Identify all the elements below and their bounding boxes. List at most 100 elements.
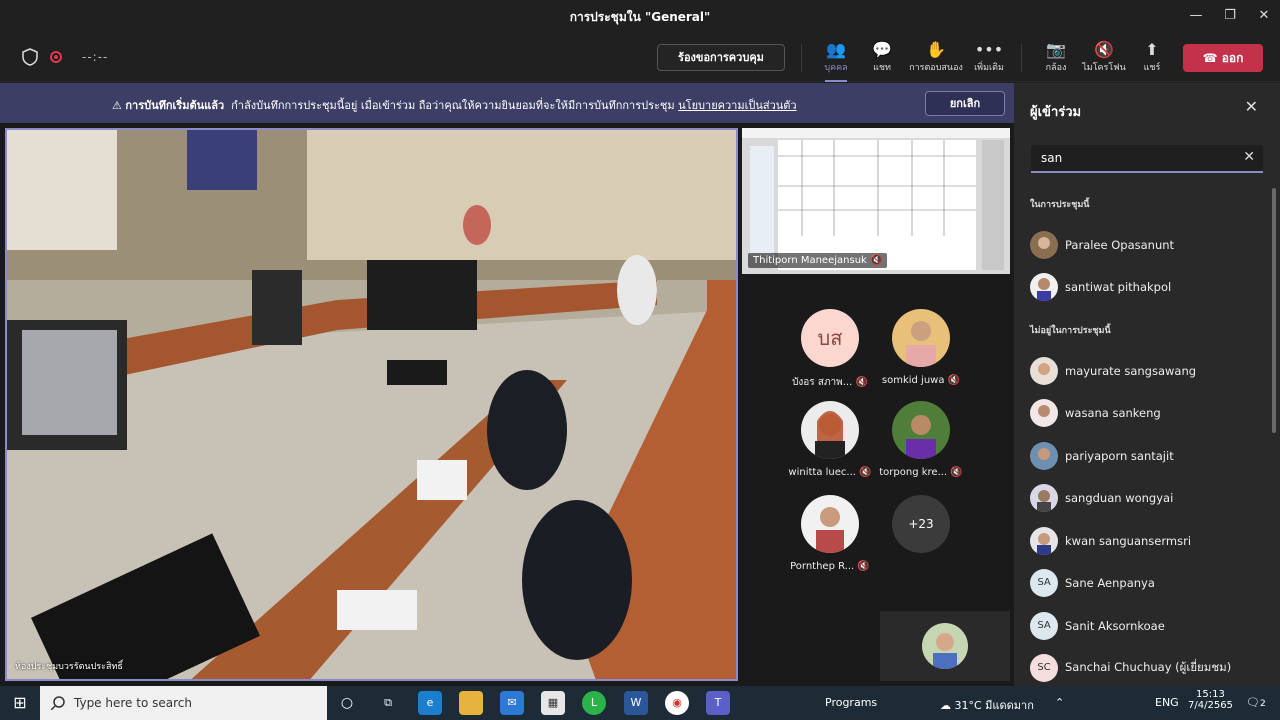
avatar [892, 401, 950, 459]
participant-row[interactable]: SC Sanchai Chuchuay (ผู้เยี่ยมชม) [1030, 652, 1260, 684]
clock-time: 15:13 [1196, 689, 1225, 700]
section-in-meeting: ในการประชุมนี้ [1030, 200, 1090, 210]
tray-up-arrow-icon[interactable]: ⌃ [1055, 696, 1064, 709]
mic-off-icon: 🔇 [852, 377, 868, 388]
participant-name: sangduan wongyai [1065, 491, 1174, 505]
participants-panel: ผู้เข้าร่วม ✕ ✕ ในการประชุมนี้ Paralee O… [1014, 83, 1280, 686]
avatar [801, 495, 859, 553]
participant-row[interactable]: wasana sankeng [1030, 397, 1260, 429]
people-label: บุคคล [824, 63, 848, 73]
participant-name: Pornthep R... 🔇 [790, 561, 870, 572]
avatar [892, 309, 950, 367]
clear-search-icon[interactable]: ✕ [1243, 149, 1255, 165]
privacy-policy-link[interactable]: นโยบายความเป็นส่วนตัว [678, 99, 796, 112]
participant-row[interactable]: SA Sanit Aksornkoae [1030, 610, 1260, 642]
mail-icon[interactable]: ✉ [500, 691, 524, 715]
participant-search[interactable]: ✕ [1031, 145, 1263, 173]
word-icon[interactable]: W [624, 691, 648, 715]
camera-button[interactable]: 📷 กล้อง [1040, 40, 1072, 74]
cortana-icon[interactable]: ○ [335, 691, 359, 715]
avatar: SC [1030, 654, 1058, 682]
people-button[interactable]: 👥 บุคคล [821, 40, 851, 82]
avatar [1030, 442, 1058, 470]
leave-label: ออก [1221, 51, 1244, 65]
request-control-button[interactable]: ร้องขอการควบคุม [657, 44, 785, 71]
close-window-icon[interactable]: ✕ [1246, 4, 1280, 28]
search-icon [51, 696, 65, 710]
mic-off-icon: 🔇 [944, 375, 961, 386]
participant-row[interactable]: SA Sane Aenpanya [1030, 567, 1260, 599]
participant-tile[interactable]: torpong kre... 🔇 [871, 401, 971, 478]
participant-tile[interactable]: Pornthep R... 🔇 [780, 495, 880, 572]
camera-off-icon: 📷 [1046, 40, 1066, 59]
people-icon: 👥 [826, 40, 846, 59]
teams-icon[interactable]: T [706, 691, 730, 715]
banner-text: ⚠ การบันทึกเริ่มต้นแล้ว กำลังบันทึกการปร… [112, 96, 797, 114]
chat-icon: 💬 [872, 40, 892, 59]
minimize-icon[interactable]: — [1178, 4, 1214, 28]
participant-name: torpong kre... 🔇 [879, 467, 963, 478]
more-button[interactable]: ••• เพิ่มเติม [970, 40, 1008, 74]
screen-share-thumbnail[interactable]: Thitiporn Maneejansuk 🔇 [742, 128, 1010, 274]
video-stage: ห้องประชุมบวรรัตนประสิทธิ์ Thitiporn Man… [0, 123, 1014, 686]
chrome-icon[interactable]: ◉ [665, 691, 689, 715]
participant-name: Sane Aenpanya [1065, 576, 1155, 590]
close-panel-icon[interactable]: ✕ [1245, 97, 1258, 116]
restore-icon[interactable]: ❐ [1212, 4, 1248, 28]
programs-toolbar[interactable]: Programs [825, 696, 877, 709]
recording-icon [50, 51, 62, 63]
taskbar: ⊞ Type here to search ○ ⧉ e ✉ ▦ L W ◉ T … [0, 686, 1280, 720]
leave-button[interactable]: ☎ ออก [1183, 44, 1263, 72]
cancel-recording-button[interactable]: ยกเลิก [925, 91, 1005, 116]
windows-start-icon[interactable]: ⊞ [8, 691, 32, 715]
clock-date: 7/4/2565 [1188, 700, 1233, 711]
title-bar: การประชุมใน "General" — ❐ ✕ [0, 0, 1280, 32]
participant-row[interactable]: sangduan wongyai [1030, 482, 1260, 514]
taskbar-search[interactable]: Type here to search [40, 686, 327, 720]
avatar: SA [1030, 569, 1058, 597]
chat-label: แชท [873, 63, 891, 73]
banner-title: การบันทึกเริ่มต้นแล้ว [125, 99, 225, 112]
warning-icon: ⚠ [112, 99, 122, 112]
main-video[interactable]: ห้องประชุมบวรรัตนประสิทธิ์ [5, 128, 738, 681]
shield-icon[interactable] [22, 48, 38, 66]
participant-tile[interactable]: somkid juwa 🔇 [871, 309, 971, 386]
reactions-label: การตอบสนอง [909, 63, 963, 73]
line-icon[interactable]: L [582, 691, 606, 715]
more-participants-tile[interactable]: +23 [871, 495, 971, 553]
file-explorer-icon[interactable] [459, 691, 483, 715]
task-view-icon[interactable]: ⧉ [376, 691, 400, 715]
toolbar-divider [801, 44, 802, 72]
panel-scrollbar[interactable] [1272, 188, 1276, 433]
search-input[interactable] [1041, 151, 1231, 165]
participant-name: mayurate sangsawang [1065, 364, 1197, 378]
chat-button[interactable]: 💬 แชท [866, 40, 898, 74]
participant-row[interactable]: pariyaporn santajit [1030, 440, 1260, 472]
more-icon: ••• [974, 40, 1004, 59]
store-icon[interactable]: ▦ [541, 691, 565, 715]
mic-button[interactable]: 🔇 ไมโครโฟน [1080, 40, 1128, 74]
participant-tile[interactable]: บส บังอร สภาพ... 🔇 [780, 309, 880, 390]
more-label: เพิ่มเติม [974, 63, 1004, 73]
self-view[interactable] [880, 611, 1010, 681]
avatar: บส [801, 309, 859, 367]
share-button[interactable]: ⬆ แชร์ [1138, 40, 1166, 74]
participant-tile[interactable]: winitta luec... 🔇 [780, 401, 880, 478]
mic-off-icon: 🔇 [854, 561, 870, 572]
panel-title: ผู้เข้าร่วม [1030, 105, 1082, 120]
reactions-button[interactable]: ✋ การตอบสนอง [906, 40, 966, 74]
participant-row[interactable]: mayurate sangsawang [1030, 355, 1260, 387]
participant-row[interactable]: kwan sanguansermsri [1030, 525, 1260, 557]
notifications-icon[interactable]: 🗨2 [1246, 696, 1266, 709]
participant-row[interactable]: santiwat pithakpol [1030, 271, 1260, 303]
participant-name: Sanit Aksornkoae [1065, 619, 1165, 633]
avatar [1030, 231, 1058, 259]
clock[interactable]: 15:13 7/4/2565 [1188, 689, 1233, 711]
language-indicator[interactable]: ENG [1155, 696, 1179, 709]
edge-icon[interactable]: e [418, 691, 442, 715]
weather-widget[interactable]: ☁ 31°C มีแดดมาก [940, 696, 1034, 714]
window-title: การประชุมใน "General" [569, 10, 711, 24]
participant-row[interactable]: Paralee Opasanunt [1030, 229, 1260, 261]
meeting-timer: --:-- [82, 50, 109, 64]
avatar [1030, 527, 1058, 555]
